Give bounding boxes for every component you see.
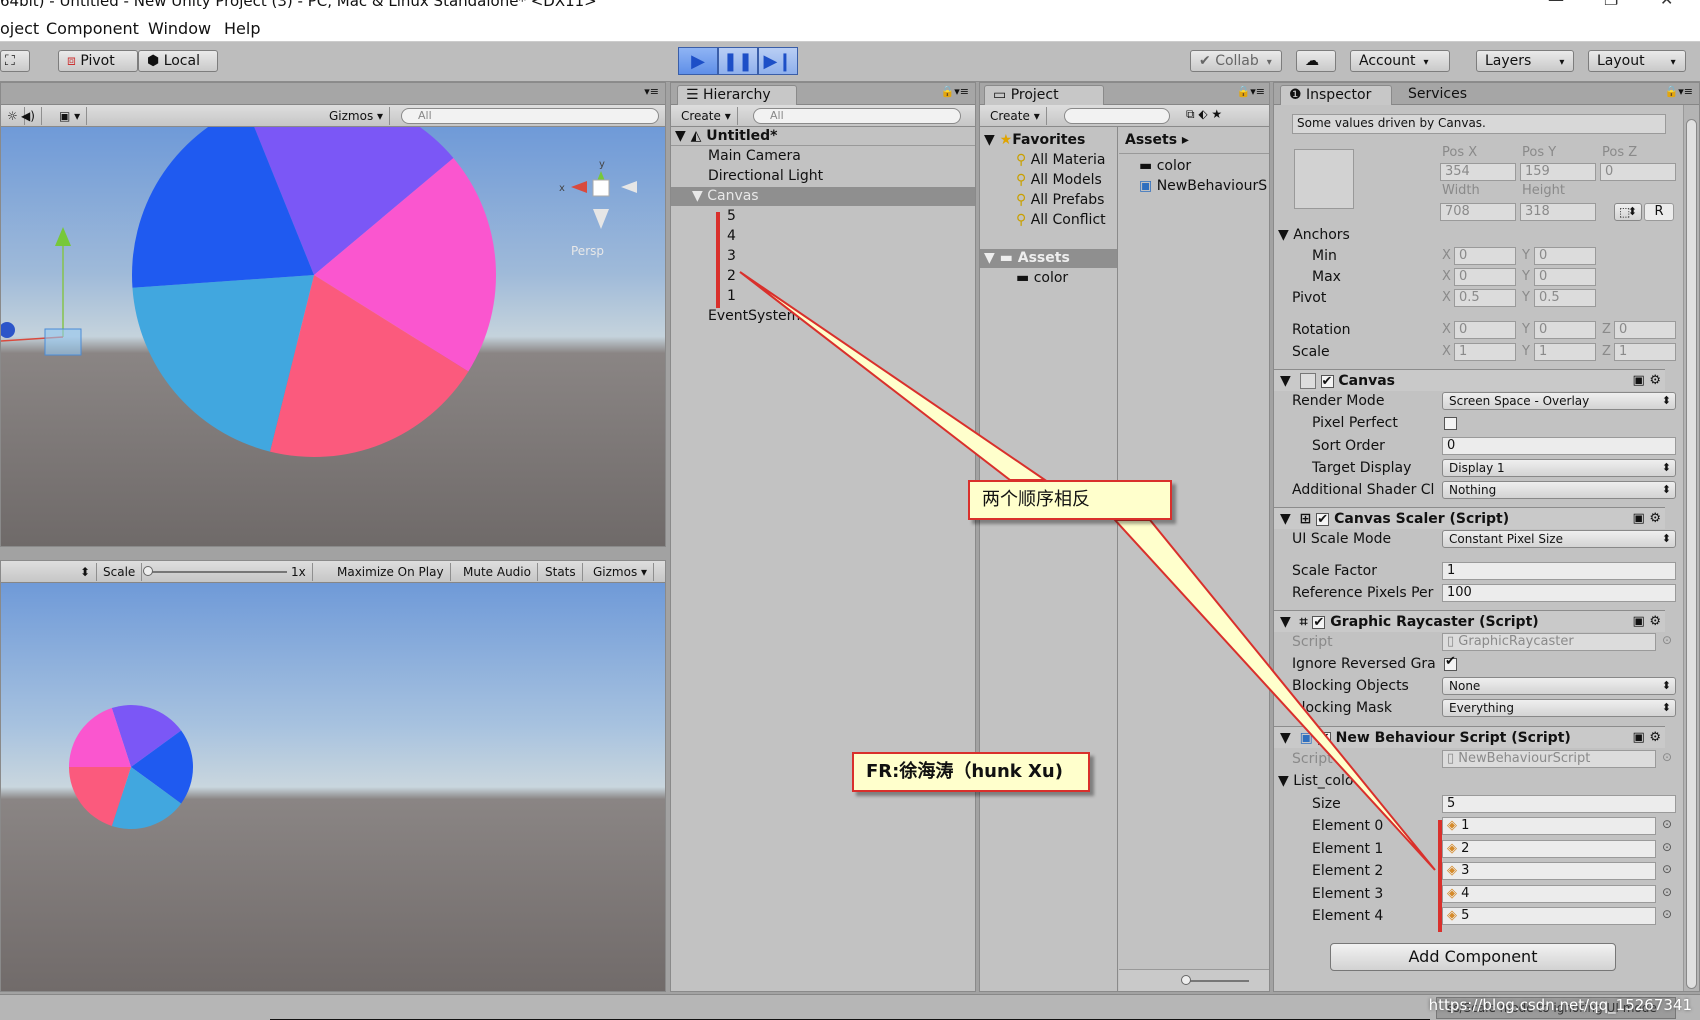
watermark: https://blog.csdn.net/qq_15267341: [1428, 996, 1692, 1014]
order-note-callout: 两个顺序相反: [968, 480, 1172, 520]
author-callout: FR:徐海涛（hunk Xu): [852, 752, 1090, 792]
callout-pointer-right: [1112, 519, 1436, 871]
callout-pointer-left: [739, 271, 1049, 481]
annotation-overlay: [716, 212, 1442, 932]
